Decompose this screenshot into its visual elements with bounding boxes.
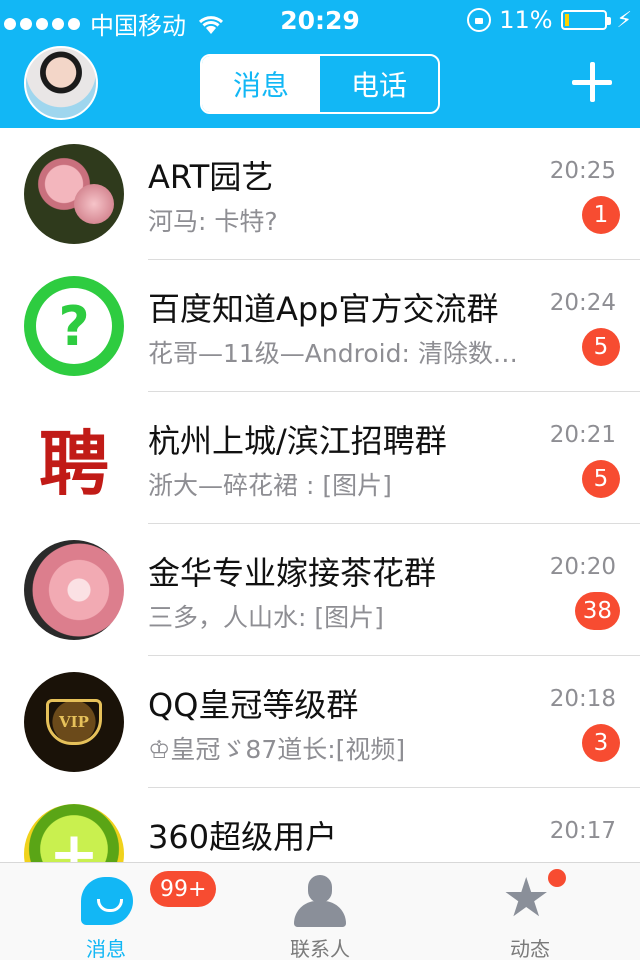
group-avatar: ? bbox=[24, 276, 124, 376]
conversation-item[interactable]: 聘 杭州上城/滨江招聘群 20:21 浙大—碎花裙 : [图片] 5 bbox=[0, 392, 640, 524]
status-bar: 中国移动 20:29 11% ⚡ bbox=[0, 0, 640, 40]
conversation-name: 金华专业嫁接茶花群 bbox=[148, 554, 437, 592]
unread-badge: 1 bbox=[582, 196, 620, 234]
group-avatar: 聘 bbox=[24, 408, 124, 508]
my-avatar[interactable] bbox=[24, 46, 98, 120]
tab-moments-label: 动态 bbox=[510, 937, 550, 960]
unread-badge: 5 bbox=[582, 460, 620, 498]
group-avatar bbox=[24, 144, 124, 244]
tab-messages-segment[interactable]: 消息 bbox=[202, 56, 320, 112]
conversation-time: 20:18 bbox=[549, 686, 616, 712]
avatar-character: 聘 bbox=[39, 421, 109, 505]
group-avatar: + bbox=[24, 804, 124, 862]
conversation-item[interactable]: VIP QQ皇冠等级群 20:18 ♔皇冠ゞ87道长:[视频] 3 bbox=[0, 656, 640, 788]
bottom-tab-bar: 99+ 消息 联系人 ★ 动态 bbox=[0, 862, 640, 960]
tab-calls-segment[interactable]: 电话 bbox=[320, 56, 438, 112]
message-bubble-icon bbox=[81, 877, 133, 925]
tab-contacts[interactable]: 联系人 bbox=[240, 863, 400, 960]
conversation-time: 20:17 bbox=[549, 818, 616, 844]
conversation-preview: 河马: 卡特? bbox=[148, 207, 278, 236]
conversation-name: 百度知道App官方交流群 bbox=[148, 290, 499, 328]
group-avatar: VIP bbox=[24, 672, 124, 772]
battery-percent: 11% bbox=[499, 6, 553, 34]
conversation-name: 360超级用户 bbox=[148, 818, 338, 856]
conversation-preview: ♔皇冠ゞ87道长:[视频] bbox=[148, 735, 406, 764]
moments-new-dot bbox=[548, 869, 566, 887]
conversation-item[interactable]: + 360超级用户 20:17 bbox=[0, 788, 640, 862]
contacts-icon bbox=[294, 875, 346, 927]
conversation-name: ART园艺 bbox=[148, 158, 274, 196]
unread-badge: 3 bbox=[582, 724, 620, 762]
conversation-preview: 浙大—碎花裙 : [图片] bbox=[148, 471, 392, 500]
conversation-time: 20:21 bbox=[549, 422, 616, 448]
plus-icon: + bbox=[48, 819, 100, 862]
conversation-time: 20:25 bbox=[549, 158, 616, 184]
add-button[interactable] bbox=[572, 62, 612, 102]
conversation-time: 20:20 bbox=[549, 554, 616, 580]
conversation-name: QQ皇冠等级群 bbox=[148, 686, 359, 724]
tab-moments[interactable]: ★ 动态 bbox=[450, 863, 610, 960]
top-header: 中国移动 20:29 11% ⚡ 消息 电话 bbox=[0, 0, 640, 128]
conversation-name: 杭州上城/滨江招聘群 bbox=[148, 422, 447, 460]
tab-messages-label: 消息 bbox=[86, 937, 126, 960]
status-right: 11% ⚡ bbox=[467, 6, 632, 34]
conversation-item[interactable]: 金华专业嫁接茶花群 20:20 三多，人山水: [图片] 38 bbox=[0, 524, 640, 656]
battery-icon bbox=[560, 10, 611, 30]
conversation-preview: 三多，人山水: [图片] bbox=[148, 603, 384, 632]
conversation-item[interactable]: ? 百度知道App官方交流群 20:24 花哥—11级—Android: 清除数… bbox=[0, 260, 640, 392]
conversation-time: 20:24 bbox=[549, 290, 616, 316]
conversation-item[interactable]: ART园艺 20:25 河马: 卡特? 1 bbox=[0, 128, 640, 260]
conversation-list[interactable]: ART园艺 20:25 河马: 卡特? 1 ? 百度知道App官方交流群 20:… bbox=[0, 128, 640, 862]
tab-contacts-label: 联系人 bbox=[290, 937, 350, 960]
message-call-switch: 消息 电话 bbox=[200, 54, 440, 114]
vip-crest: VIP bbox=[46, 699, 102, 745]
rotation-lock-icon bbox=[467, 8, 492, 32]
tab-messages[interactable]: 99+ 消息 bbox=[26, 863, 217, 960]
unread-badge: 38 bbox=[574, 592, 620, 630]
group-avatar bbox=[24, 540, 124, 640]
star-icon: ★ bbox=[502, 866, 551, 929]
question-icon: ? bbox=[36, 288, 112, 364]
messages-unread-badge: 99+ bbox=[150, 871, 217, 907]
charging-icon: ⚡ bbox=[616, 7, 632, 33]
conversation-preview: 花哥—11级—Android: 清除数… bbox=[148, 339, 518, 368]
unread-badge: 5 bbox=[582, 328, 620, 366]
